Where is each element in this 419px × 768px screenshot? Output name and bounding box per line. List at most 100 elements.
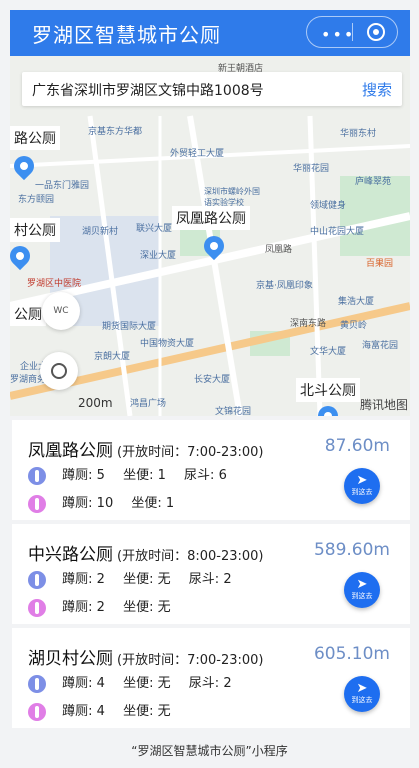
squat-count: 10 [96, 496, 114, 511]
sit-count: 无 [157, 676, 171, 691]
poi-label: 中山花园大厦 [310, 227, 365, 237]
squat-count: 4 [96, 704, 105, 719]
poi-label: 罗湖区中医院 [27, 279, 82, 289]
paper-plane-icon: ➤ [356, 473, 368, 488]
paper-plane-icon: ➤ [356, 681, 368, 696]
urinal-count: 2 [223, 572, 232, 587]
male-facilities: 蹲厕: 5 坐便: 1 尿斗: 6 [28, 464, 241, 485]
paper-plane-icon: ➤ [356, 577, 368, 592]
poi-label: 联兴大厦 [136, 224, 173, 234]
squat-count: 2 [96, 572, 105, 587]
sit-label: 坐便: [123, 600, 154, 615]
toilet-callout[interactable]: 村公厕 [10, 218, 60, 242]
poi-label: 湖贝新村 [82, 227, 119, 237]
search-bar[interactable]: 广东省深圳市罗湖区文锦中路1008号 搜索 [22, 72, 402, 106]
female-icon [28, 702, 46, 721]
male-icon [28, 466, 46, 485]
poi-label: 深业大厦 [140, 251, 177, 261]
navigate-button[interactable]: ➤ 到这去 [344, 676, 380, 712]
toilet-callout[interactable]: 路公厕 [10, 126, 60, 150]
wc-filter-button[interactable]: WC [42, 292, 80, 330]
opening-hours: (开放时间：7:00-23:00) [117, 445, 264, 460]
poi-label: 集浩大厦 [338, 297, 375, 307]
close-target-icon[interactable] [367, 23, 385, 41]
toilet-card[interactable]: 中兴路公厕 (开放时间：8:00-23:00) 589.60m 蹲厕: 2 坐便:… [12, 524, 410, 624]
sit-count: 无 [157, 704, 171, 719]
squat-label: 蹲厕: [62, 704, 93, 719]
sit-count: 无 [157, 572, 171, 587]
poi-label: 长安大厦 [194, 375, 231, 385]
navigate-button[interactable]: ➤ 到这去 [344, 572, 380, 608]
sit-label: 坐便: [123, 704, 154, 719]
squat-label: 蹲厕: [62, 468, 93, 483]
caption: “罗湖区智慧城市公厕”小程序 [131, 744, 288, 758]
toilet-title: 凤凰路公厕 (开放时间：7:00-23:00) [28, 436, 264, 461]
male-icon [28, 674, 46, 693]
female-icon [28, 494, 46, 513]
poi-label: 领域健身 [310, 201, 347, 211]
poi-label: 黄贝岭 [340, 321, 368, 331]
road-label: 凤凰路 [265, 245, 293, 255]
squat-count: 2 [96, 600, 105, 615]
toilet-callout[interactable]: 公厕 [10, 302, 46, 326]
toilet-card[interactable]: 湖贝村公厕 (开放时间：7:00-23:00) 605.10m 蹲厕: 4 坐便:… [12, 628, 410, 728]
sit-label: 坐便: [123, 676, 154, 691]
toilet-title: 中兴路公厕 (开放时间：8:00-23:00) [28, 540, 264, 565]
navigate-label: 到这去 [351, 696, 373, 704]
sit-label: 坐便: [123, 572, 154, 587]
poi-label: 华丽花园 [293, 164, 330, 174]
female-icon [28, 598, 46, 617]
male-facilities: 蹲厕: 2 坐便: 无 尿斗: 2 [28, 568, 246, 589]
toilet-title: 湖贝村公厕 (开放时间：7:00-23:00) [28, 644, 264, 669]
urinal-label: 尿斗: [184, 468, 215, 483]
navigate-label: 到这去 [351, 488, 373, 496]
distance: 589.60m [313, 540, 390, 560]
poi-label: 新王朝酒店 [218, 64, 264, 74]
map-view[interactable]: 广东省深圳市罗湖区文锦中路1008号 搜索 新王朝酒店 京基东方华都 外贸轻工大… [10, 56, 410, 416]
sit-count: 1 [157, 468, 166, 483]
poi-label: 文锦花园 [215, 407, 252, 416]
squat-count: 5 [96, 468, 105, 483]
poi-label: 期货国际大厦 [102, 322, 157, 332]
male-icon [28, 570, 46, 589]
poi-label: 京基·凤凰印象 [256, 281, 313, 291]
female-facilities: 蹲厕: 2 坐便: 无 [28, 596, 185, 617]
poi-label: 鸿昌广场 [130, 399, 167, 409]
squat-count: 4 [96, 676, 105, 691]
opening-hours: (开放时间：8:00-23:00) [117, 549, 264, 564]
poi-label: 海富花园 [362, 341, 399, 351]
toilet-name: 中兴路公厕 [28, 545, 113, 565]
poi-label: 深圳市螺岭外国语实验学校 [204, 187, 260, 207]
search-button[interactable]: 搜索 [362, 79, 392, 100]
sit-count: 无 [157, 600, 171, 615]
capsule-divider [352, 23, 353, 41]
poi-label: 一品东门雅园 [35, 181, 90, 191]
sit-label: 坐便: [123, 468, 154, 483]
poi-label: 百果园 [366, 259, 394, 269]
squat-label: 蹲厕: [62, 572, 93, 587]
urinal-label: 尿斗: [188, 676, 220, 691]
female-facilities: 蹲厕: 10 坐便: 1 [28, 492, 188, 513]
search-input[interactable]: 广东省深圳市罗湖区文锦中路1008号 [32, 80, 264, 100]
squat-label: 蹲厕: [62, 496, 93, 511]
poi-label: 中国物资大厦 [140, 339, 195, 349]
toilet-callout[interactable]: 凤凰路公厕 [172, 206, 250, 230]
locate-button[interactable] [40, 352, 78, 390]
poi-label: 京基东方华都 [88, 127, 143, 137]
wc-cloud-icon: WC [53, 306, 69, 316]
toilet-name: 湖贝村公厕 [28, 649, 113, 669]
distance: 605.10m [313, 644, 390, 664]
app-title: 罗湖区智慧城市公厕 [32, 23, 221, 47]
mini-program-capsule: ••• [306, 16, 398, 48]
poi-label: 庐峰翠苑 [355, 177, 392, 187]
map-scale: 200m [78, 396, 113, 410]
more-icon[interactable]: ••• [321, 25, 355, 44]
navigate-button[interactable]: ➤ 到这去 [344, 468, 380, 504]
female-facilities: 蹲厕: 4 坐便: 无 [28, 700, 185, 721]
toilet-callout[interactable]: 北斗公厕 [296, 378, 360, 402]
urinal-count: 6 [218, 468, 227, 483]
poi-label: 华丽东村 [340, 129, 377, 139]
toilet-card[interactable]: 凤凰路公厕 (开放时间：7:00-23:00) 87.60m 蹲厕: 5 坐便: … [12, 420, 410, 520]
urinal-count: 2 [223, 676, 232, 691]
road-label: 深南东路 [290, 319, 327, 329]
